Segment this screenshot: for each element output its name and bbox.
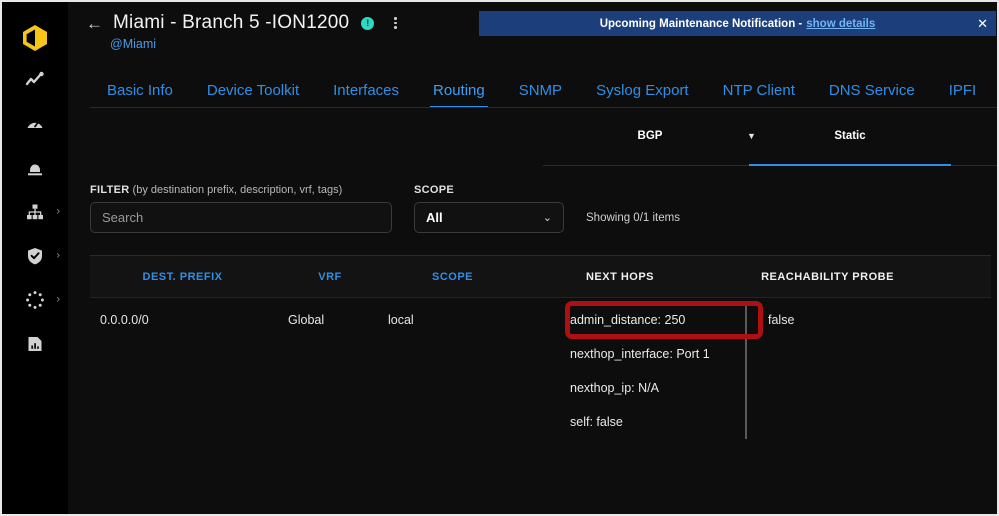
report-chart-icon	[24, 333, 46, 355]
cell-next-hop-nexthop-ip: nexthop_ip: N/A	[570, 381, 659, 395]
cell-scope: local	[388, 313, 414, 327]
static-routes-table: DEST. PREFIX VRF SCOPE NEXT HOPS REACHAB…	[90, 255, 991, 439]
gauge-icon	[24, 113, 46, 135]
tab-snmp[interactable]: SNMP	[502, 82, 579, 108]
sidebar-item-dashboard[interactable]	[2, 102, 68, 146]
cell-next-hop-self: self: false	[570, 415, 623, 429]
app-window: › › › ← Miami - Branch 5 -ION1200 ! @Mia…	[0, 0, 999, 516]
sidebar-item-system[interactable]: ›	[2, 278, 68, 322]
cell-vrf: Global	[288, 313, 325, 327]
activity-trend-icon	[24, 69, 46, 91]
tab-dns-service[interactable]: DNS Service	[812, 82, 932, 108]
sidebar-item-reports[interactable]	[2, 322, 68, 366]
tab-syslog-export[interactable]: Syslog Export	[579, 82, 706, 108]
filter-group: FILTER (by destination prefix, descripti…	[90, 184, 392, 233]
routing-subtabs-inner: BGP ▼ Static	[543, 124, 997, 166]
subtab-bgp[interactable]: BGP	[551, 124, 749, 152]
page-header: ← Miami - Branch 5 -ION1200 ! @Miami Upc…	[68, 2, 997, 70]
scope-dropdown[interactable]: All ⌄	[414, 202, 564, 233]
hexagon-logo-icon[interactable]	[15, 18, 55, 58]
chevron-down-icon: ⌄	[542, 212, 552, 224]
next-hops-column-divider	[745, 304, 747, 439]
info-badge-icon[interactable]: !	[361, 16, 375, 30]
scope-label-text: SCOPE	[414, 184, 455, 196]
cell-next-hop-admin-distance: admin_distance: 250	[570, 313, 686, 327]
close-icon[interactable]: ✕	[977, 17, 988, 30]
dotted-circle-icon	[24, 289, 46, 311]
showing-count-wrap: Showing 0/1 items	[586, 184, 680, 226]
banner-message: Upcoming Maintenance Notification -	[599, 17, 803, 30]
sidebar-item-policies[interactable]: ›	[2, 234, 68, 278]
subtab-active-indicator	[749, 163, 951, 166]
filter-label: FILTER (by destination prefix, descripti…	[90, 184, 392, 196]
scope-group: SCOPE All ⌄	[414, 184, 564, 233]
chevron-right-icon: ›	[56, 293, 60, 306]
network-topology-icon	[24, 201, 46, 223]
page-title: Miami - Branch 5 -ION1200	[113, 12, 350, 33]
main-content: ← Miami - Branch 5 -ION1200 ! @Miami Upc…	[68, 2, 997, 514]
tab-interfaces[interactable]: Interfaces	[316, 82, 416, 108]
showing-count: Showing 0/1 items	[586, 212, 680, 224]
cell-dest-prefix: 0.0.0.0/0	[100, 313, 149, 327]
sidebar-item-devices[interactable]	[2, 146, 68, 190]
table-row[interactable]: 0.0.0.0/0 Global local admin_distance: 2…	[90, 298, 991, 439]
tabs-divider	[90, 107, 997, 108]
device-stack-icon	[24, 157, 46, 179]
column-header-scope[interactable]: SCOPE	[385, 271, 520, 283]
tab-device-toolkit[interactable]: Device Toolkit	[190, 82, 316, 108]
page-subtitle-site-link[interactable]: @Miami	[110, 37, 997, 51]
filter-label-bold: FILTER	[90, 184, 130, 196]
left-nav-sidebar: › › ›	[2, 2, 68, 514]
cell-next-hop-nexthop-interface: nexthop_interface: Port 1	[570, 347, 710, 361]
column-header-dest-prefix[interactable]: DEST. PREFIX	[90, 271, 275, 283]
tab-ipfix[interactable]: IPFI	[932, 82, 994, 108]
tab-basic-info[interactable]: Basic Info	[90, 82, 190, 108]
column-header-reachability-probe: REACHABILITY PROBE	[761, 270, 894, 283]
device-config-tabs: Basic Info Device Toolkit Interfaces Rou…	[68, 70, 997, 108]
show-details-link[interactable]: show details	[806, 18, 875, 30]
search-input[interactable]: Search	[90, 202, 392, 233]
cell-reachability-probe: false	[768, 313, 795, 327]
maintenance-notification-banner: Upcoming Maintenance Notification - show…	[479, 11, 996, 36]
column-header-vrf[interactable]: VRF	[275, 271, 385, 283]
scope-label: SCOPE	[414, 184, 564, 196]
sidebar-item-activity[interactable]	[2, 58, 68, 102]
filter-label-hint: (by destination prefix, description, vrf…	[129, 184, 343, 196]
more-vertical-icon[interactable]	[390, 15, 401, 31]
chevron-right-icon: ›	[56, 249, 60, 262]
routing-subtabs: BGP ▼ Static	[68, 124, 997, 166]
back-arrow-icon[interactable]: ←	[86, 15, 103, 32]
filter-bar: FILTER (by destination prefix, descripti…	[68, 184, 997, 233]
table-header-row: DEST. PREFIX VRF SCOPE NEXT HOPS REACHAB…	[90, 256, 991, 298]
subtab-static[interactable]: Static	[749, 124, 951, 152]
tab-routing[interactable]: Routing	[416, 82, 502, 108]
chevron-right-icon: ›	[56, 205, 60, 218]
column-header-next-hops: NEXT HOPS	[585, 270, 655, 283]
scope-selected-value: All	[426, 210, 443, 225]
shield-check-icon	[24, 245, 46, 267]
sidebar-item-network[interactable]: ›	[2, 190, 68, 234]
search-placeholder: Search	[102, 210, 144, 225]
tab-ntp-client[interactable]: NTP Client	[706, 82, 812, 108]
